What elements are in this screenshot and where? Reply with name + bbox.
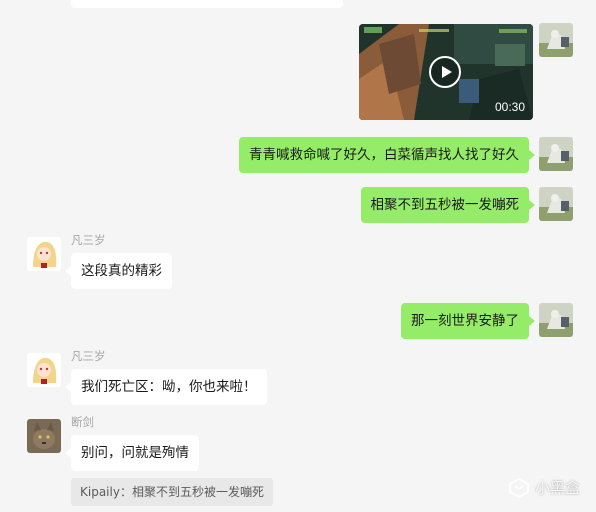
message-text: 那一刻世界安静了	[411, 313, 519, 329]
incoming-message-bubble[interactable]: 这段真的精彩	[65, 253, 172, 289]
video-message[interactable]: 00:30	[359, 24, 533, 120]
avatar-image	[539, 303, 573, 337]
my-avatar[interactable]	[539, 137, 573, 171]
avatar-image	[27, 237, 61, 271]
play-button[interactable]	[429, 56, 461, 88]
message-text: 别问，问就是殉情	[81, 445, 189, 461]
sender-name: 凡三岁	[71, 349, 106, 363]
sender-avatar[interactable]	[27, 353, 61, 387]
incoming-message-bubble[interactable]: 我们死亡区：呦，你也来啦！	[65, 369, 267, 405]
watermark: 小黑盒	[509, 477, 580, 498]
outgoing-message-bubble[interactable]: 青青喊救命喊了好久，白菜循声找人找了好久	[239, 137, 535, 173]
heybox-logo-icon	[509, 477, 529, 498]
previous-message-bubble	[71, 0, 343, 8]
outgoing-message-bubble[interactable]: 那一刻世界安静了	[401, 303, 535, 339]
message-text: 我们死亡区：呦，你也来啦！	[81, 379, 257, 395]
video-duration: 00:30	[494, 100, 525, 114]
message-text: 青青喊救命喊了好久，白菜循声找人找了好久	[249, 147, 519, 163]
sender-name: 断剑	[71, 415, 94, 429]
my-avatar[interactable]	[539, 23, 573, 57]
my-avatar[interactable]	[539, 187, 573, 221]
avatar-image	[539, 137, 573, 171]
sender-avatar[interactable]	[27, 419, 61, 453]
message-text: 相聚不到五秒被一发嘣死	[370, 197, 520, 213]
outgoing-message-bubble[interactable]: 相聚不到五秒被一发嘣死	[360, 187, 535, 223]
avatar-image	[27, 419, 61, 453]
sender-name: 凡三岁	[71, 233, 106, 247]
message-text: 这段真的精彩	[81, 263, 162, 279]
quoted-message-text: Kipaily：相聚不到五秒被一发嘣死	[80, 485, 264, 499]
incoming-message-bubble[interactable]: 别问，问就是殉情	[65, 435, 199, 471]
chat-window: 00:30 青青喊救命喊了好久，白菜循声找人找了好久 相聚不到五秒被一发嘣死 凡…	[0, 0, 596, 512]
watermark-text: 小黑盒	[534, 479, 580, 497]
avatar-image	[539, 187, 573, 221]
sender-avatar[interactable]	[27, 237, 61, 271]
avatar-image	[539, 23, 573, 57]
my-avatar[interactable]	[539, 303, 573, 337]
avatar-image	[27, 353, 61, 387]
quoted-message[interactable]: Kipaily：相聚不到五秒被一发嘣死	[71, 478, 273, 506]
